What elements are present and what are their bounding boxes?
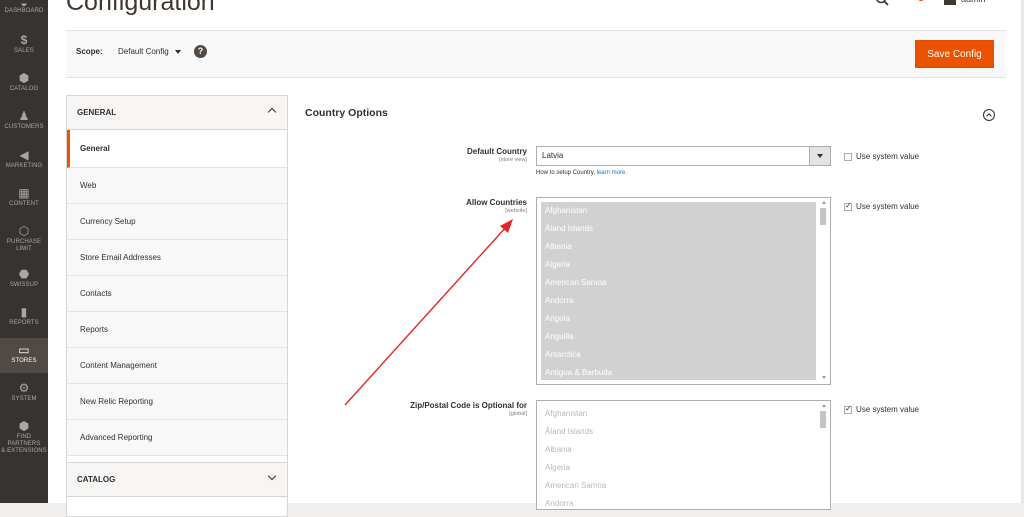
annotation-arrow bbox=[344, 219, 513, 406]
